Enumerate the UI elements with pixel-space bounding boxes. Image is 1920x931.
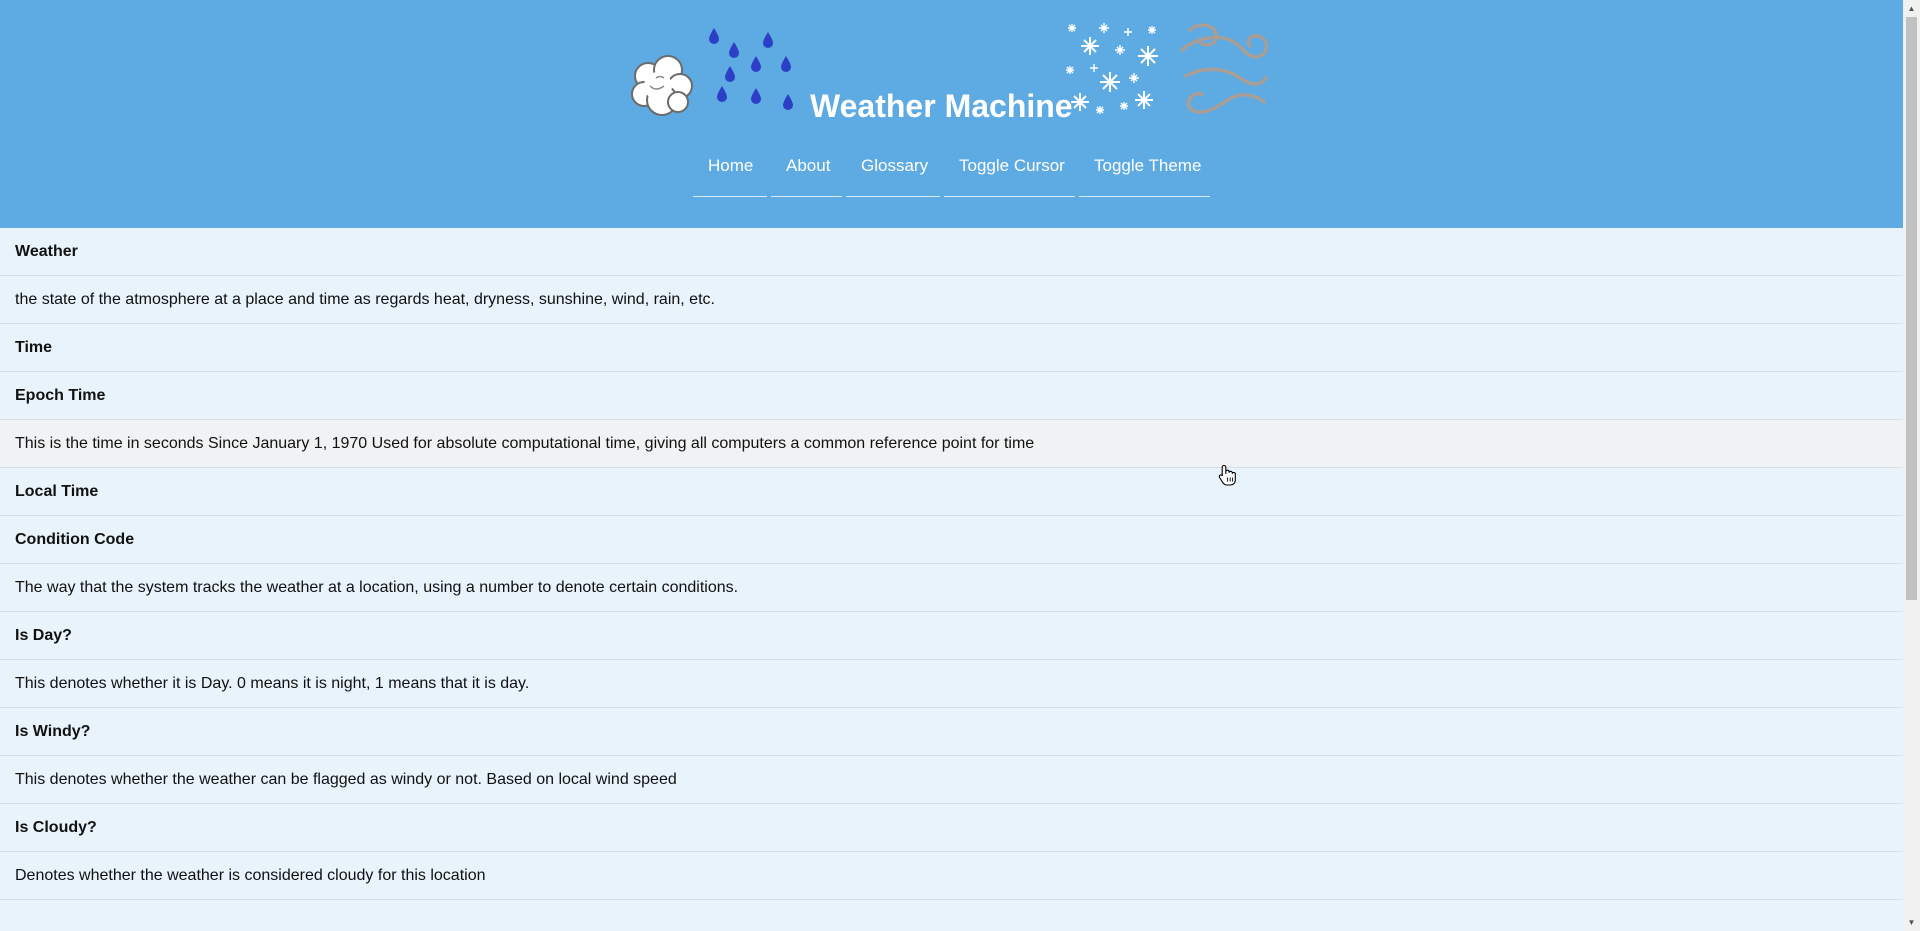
vertical-scrollbar[interactable]: ▲ ▼ [1903, 0, 1920, 931]
glossary-term: Is Day? [0, 612, 1903, 660]
toggle-cursor-button[interactable]: Toggle Cursor [944, 150, 1075, 197]
nav-about-link[interactable]: About [771, 150, 842, 197]
glossary-term: Time [0, 324, 1903, 372]
glossary-term: Is Cloudy? [0, 804, 1903, 852]
title-row: Weather Machine [0, 0, 1903, 140]
glossary-term: Condition Code [0, 516, 1903, 564]
cloud-icon [631, 55, 693, 116]
main-nav: Home About Glossary Toggle Cursor Toggle… [0, 150, 1903, 197]
glossary-term: Local Time [0, 468, 1903, 516]
glossary-term: Epoch Time [0, 372, 1903, 420]
glossary-definition: This is the time in seconds Since Januar… [0, 420, 1903, 468]
glossary-term: Weather [0, 228, 1903, 276]
glossary-list: Weather the state of the atmosphere at a… [0, 228, 1903, 900]
page: Weather Machine Home About Glossary Togg… [0, 0, 1920, 931]
site-header: Weather Machine Home About Glossary Togg… [0, 0, 1903, 228]
scroll-thumb[interactable] [1906, 17, 1917, 600]
scroll-down-arrow-icon[interactable]: ▼ [1903, 914, 1920, 931]
glossary-definition: the state of the atmosphere at a place a… [0, 276, 1903, 324]
nav-glossary-link[interactable]: Glossary [846, 150, 940, 197]
toggle-theme-button[interactable]: Toggle Theme [1079, 150, 1210, 197]
glossary-definition: This denotes whether it is Day. 0 means … [0, 660, 1903, 708]
glossary-definition: This denotes whether the weather can be … [0, 756, 1903, 804]
snow-icon [1066, 23, 1158, 114]
scroll-up-arrow-icon[interactable]: ▲ [1903, 0, 1920, 17]
rain-icon [709, 28, 793, 110]
nav-home-link[interactable]: Home [693, 150, 767, 197]
wind-icon [1180, 23, 1269, 114]
glossary-definition: The way that the system tracks the weath… [0, 564, 1903, 612]
hand-cursor-icon [1218, 464, 1236, 486]
content-area: Weather Machine Home About Glossary Togg… [0, 0, 1903, 931]
glossary-definition: Denotes whether the weather is considere… [0, 852, 1903, 900]
site-title: Weather Machine [810, 88, 1073, 124]
glossary-term: Is Windy? [0, 708, 1903, 756]
